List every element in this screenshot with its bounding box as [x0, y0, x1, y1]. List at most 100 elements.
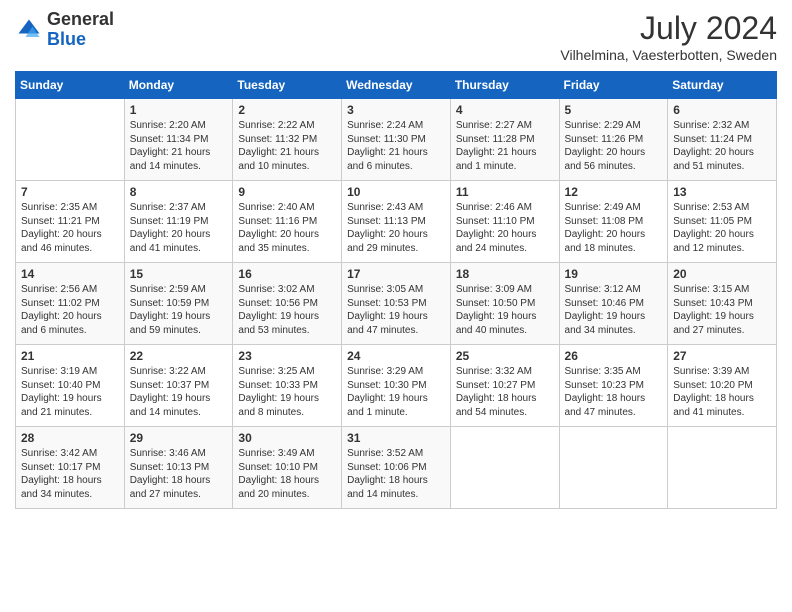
day-info: Sunrise: 2:37 AMSunset: 11:19 PMDaylight…: [130, 201, 228, 255]
logo-icon: [15, 16, 43, 44]
calendar-cell: 1Sunrise: 2:20 AMSunset: 11:34 PMDayligh…: [124, 99, 233, 181]
day-number: 19: [565, 267, 663, 281]
logo-blue: Blue: [47, 29, 86, 49]
day-info: Sunrise: 3:49 AMSunset: 10:10 PMDaylight…: [238, 447, 336, 501]
month-title: July 2024: [560, 10, 777, 47]
calendar-body: 1Sunrise: 2:20 AMSunset: 11:34 PMDayligh…: [16, 99, 777, 509]
day-number: 10: [347, 185, 445, 199]
day-number: 14: [21, 267, 119, 281]
calendar-week-3: 21 Sunrise: 3:19 AMSunset: 10:40 PMDaylig…: [16, 345, 777, 427]
calendar-cell: 24 Sunrise: 3:29 AMSunset: 10:30 PMDaylig…: [342, 345, 451, 427]
day-number: 29: [130, 431, 228, 445]
calendar-cell: 22Sunrise: 3:22 AMSunset: 10:37 PMDaylig…: [124, 345, 233, 427]
day-info: Sunrise: 2:40 AMSunset: 11:16 PMDaylight…: [238, 201, 336, 255]
day-number: 2: [238, 103, 336, 117]
day-number: 17: [347, 267, 445, 281]
col-sunday: Sunday: [16, 72, 125, 99]
calendar-cell: 8 Sunrise: 2:37 AMSunset: 11:19 PMDayligh…: [124, 181, 233, 263]
logo-text: General Blue: [47, 10, 114, 50]
calendar-week-1: 7 Sunrise: 2:35 AMSunset: 11:21 PMDayligh…: [16, 181, 777, 263]
calendar-cell: 29 Sunrise: 3:46 AMSunset: 10:13 PMDaylig…: [124, 427, 233, 509]
day-number: 26: [565, 349, 663, 363]
day-number: 5: [565, 103, 663, 117]
calendar-cell: 20Sunrise: 3:15 AMSunset: 10:43 PMDaylig…: [668, 263, 777, 345]
col-saturday: Saturday: [668, 72, 777, 99]
calendar-cell: 19Sunrise: 3:12 AMSunset: 10:46 PMDaylig…: [559, 263, 668, 345]
calendar-cell: 17 Sunrise: 3:05 AMSunset: 10:53 PMDaylig…: [342, 263, 451, 345]
calendar-cell: 31 Sunrise: 3:52 AMSunset: 10:06 PMDaylig…: [342, 427, 451, 509]
day-number: 12: [565, 185, 663, 199]
title-block: July 2024 Vilhelmina, Vaesterbotten, Swe…: [560, 10, 777, 63]
day-number: 27: [673, 349, 771, 363]
calendar-week-4: 28Sunrise: 3:42 AMSunset: 10:17 PMDaylig…: [16, 427, 777, 509]
calendar-cell: 25Sunrise: 3:32 AMSunset: 10:27 PMDaylig…: [450, 345, 559, 427]
day-number: 11: [456, 185, 554, 199]
calendar-cell: 30Sunrise: 3:49 AMSunset: 10:10 PMDaylig…: [233, 427, 342, 509]
calendar-cell: 2 Sunrise: 2:22 AMSunset: 11:32 PMDayligh…: [233, 99, 342, 181]
header: General Blue July 2024 Vilhelmina, Vaest…: [15, 10, 777, 63]
calendar-cell: [16, 99, 125, 181]
day-number: 13: [673, 185, 771, 199]
day-number: 4: [456, 103, 554, 117]
calendar-cell: 14 Sunrise: 2:56 AMSunset: 11:02 PMDaylig…: [16, 263, 125, 345]
calendar-cell: 4 Sunrise: 2:27 AMSunset: 11:28 PMDayligh…: [450, 99, 559, 181]
day-number: 6: [673, 103, 771, 117]
day-info: Sunrise: 2:46 AMSunset: 11:10 PMDaylight…: [456, 201, 554, 255]
day-info: Sunrise: 3:09 AMSunset: 10:50 PMDaylight…: [456, 283, 554, 337]
header-row: Sunday Monday Tuesday Wednesday Thursday…: [16, 72, 777, 99]
calendar-cell: 7 Sunrise: 2:35 AMSunset: 11:21 PMDayligh…: [16, 181, 125, 263]
day-number: 16: [238, 267, 336, 281]
calendar-cell: 9 Sunrise: 2:40 AMSunset: 11:16 PMDayligh…: [233, 181, 342, 263]
day-number: 1: [130, 103, 228, 117]
calendar-cell: 26 Sunrise: 3:35 AMSunset: 10:23 PMDaylig…: [559, 345, 668, 427]
day-info: Sunrise: 3:46 AMSunset: 10:13 PMDaylight…: [130, 447, 228, 501]
day-number: 9: [238, 185, 336, 199]
calendar-week-2: 14 Sunrise: 2:56 AMSunset: 11:02 PMDaylig…: [16, 263, 777, 345]
calendar-cell: 10Sunrise: 2:43 AMSunset: 11:13 PMDaylig…: [342, 181, 451, 263]
day-number: 21: [21, 349, 119, 363]
day-number: 24: [347, 349, 445, 363]
day-info: Sunrise: 3:25 AMSunset: 10:33 PMDaylight…: [238, 365, 336, 419]
calendar-cell: 5 Sunrise: 2:29 AMSunset: 11:26 PMDayligh…: [559, 99, 668, 181]
day-number: 22: [130, 349, 228, 363]
calendar-cell: [559, 427, 668, 509]
day-info: Sunrise: 2:24 AMSunset: 11:30 PMDaylight…: [347, 119, 445, 173]
day-info: Sunrise: 2:35 AMSunset: 11:21 PMDaylight…: [21, 201, 119, 255]
calendar-cell: 15Sunrise: 2:59 AMSunset: 10:59 PMDaylig…: [124, 263, 233, 345]
col-tuesday: Tuesday: [233, 72, 342, 99]
day-info: Sunrise: 3:05 AMSunset: 10:53 PMDaylight…: [347, 283, 445, 337]
day-number: 18: [456, 267, 554, 281]
calendar-cell: [450, 427, 559, 509]
calendar-cell: 23Sunrise: 3:25 AMSunset: 10:33 PMDaylig…: [233, 345, 342, 427]
calendar-cell: 28Sunrise: 3:42 AMSunset: 10:17 PMDaylig…: [16, 427, 125, 509]
day-info: Sunrise: 2:53 AMSunset: 11:05 PMDaylight…: [673, 201, 771, 255]
calendar-cell: 13 Sunrise: 2:53 AMSunset: 11:05 PMDaylig…: [668, 181, 777, 263]
col-friday: Friday: [559, 72, 668, 99]
location: Vilhelmina, Vaesterbotten, Sweden: [560, 47, 777, 63]
calendar-cell: 3Sunrise: 2:24 AMSunset: 11:30 PMDayligh…: [342, 99, 451, 181]
calendar-cell: [668, 427, 777, 509]
col-wednesday: Wednesday: [342, 72, 451, 99]
day-number: 7: [21, 185, 119, 199]
day-info: Sunrise: 2:29 AMSunset: 11:26 PMDaylight…: [565, 119, 663, 173]
day-info: Sunrise: 2:27 AMSunset: 11:28 PMDaylight…: [456, 119, 554, 173]
calendar-cell: 6Sunrise: 2:32 AMSunset: 11:24 PMDayligh…: [668, 99, 777, 181]
logo: General Blue: [15, 10, 114, 50]
calendar-week-0: 1Sunrise: 2:20 AMSunset: 11:34 PMDayligh…: [16, 99, 777, 181]
day-info: Sunrise: 3:19 AMSunset: 10:40 PMDaylight…: [21, 365, 119, 419]
day-info: Sunrise: 3:29 AMSunset: 10:30 PMDaylight…: [347, 365, 445, 419]
calendar-cell: 11 Sunrise: 2:46 AMSunset: 11:10 PMDaylig…: [450, 181, 559, 263]
calendar-header: Sunday Monday Tuesday Wednesday Thursday…: [16, 72, 777, 99]
day-info: Sunrise: 3:52 AMSunset: 10:06 PMDaylight…: [347, 447, 445, 501]
day-number: 8: [130, 185, 228, 199]
day-number: 31: [347, 431, 445, 445]
day-info: Sunrise: 3:35 AMSunset: 10:23 PMDaylight…: [565, 365, 663, 419]
day-info: Sunrise: 3:32 AMSunset: 10:27 PMDaylight…: [456, 365, 554, 419]
calendar-cell: 21 Sunrise: 3:19 AMSunset: 10:40 PMDaylig…: [16, 345, 125, 427]
day-info: Sunrise: 2:56 AMSunset: 11:02 PMDaylight…: [21, 283, 119, 337]
day-number: 28: [21, 431, 119, 445]
col-thursday: Thursday: [450, 72, 559, 99]
day-info: Sunrise: 2:22 AMSunset: 11:32 PMDaylight…: [238, 119, 336, 173]
calendar-table: Sunday Monday Tuesday Wednesday Thursday…: [15, 71, 777, 509]
calendar-cell: 18 Sunrise: 3:09 AMSunset: 10:50 PMDaylig…: [450, 263, 559, 345]
